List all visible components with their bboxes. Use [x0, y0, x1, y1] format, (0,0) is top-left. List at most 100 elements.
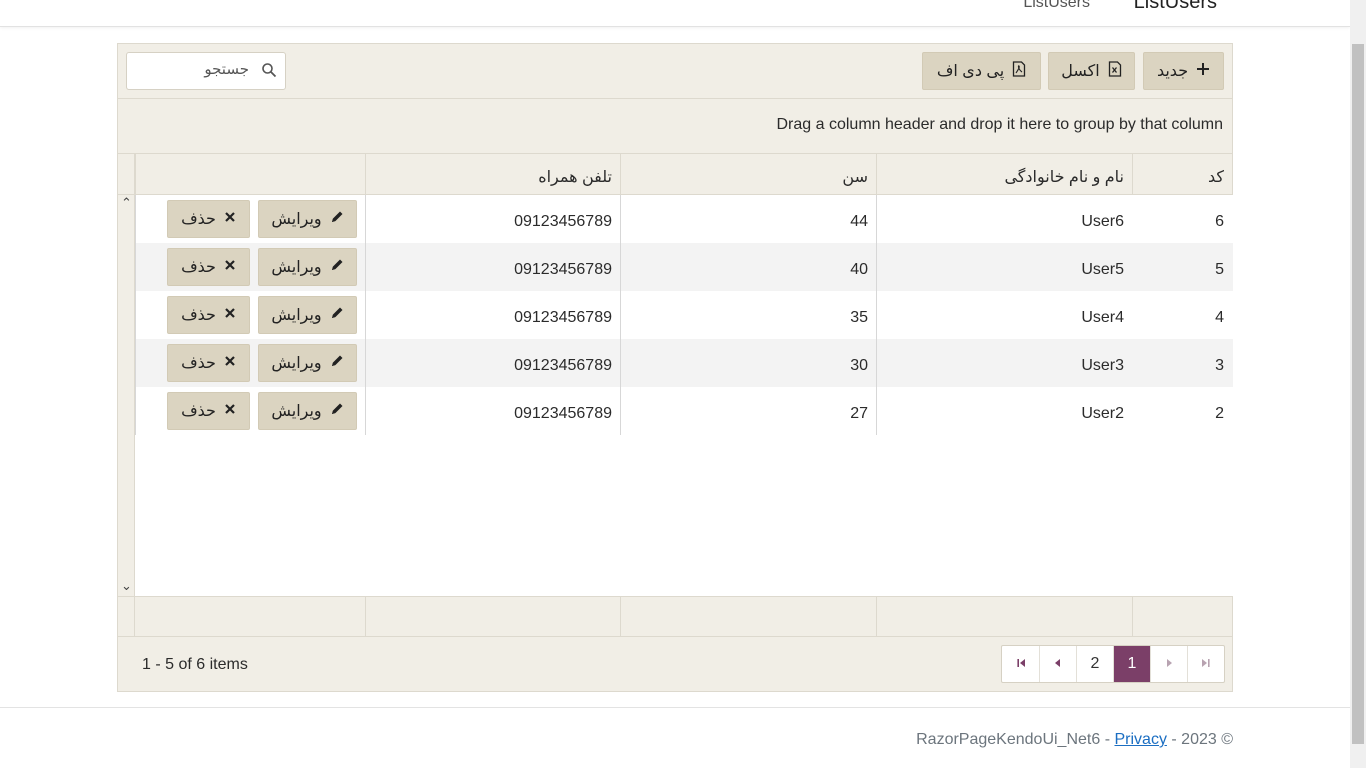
next-page-icon: [1165, 655, 1173, 673]
column-header-age[interactable]: سن: [620, 154, 876, 195]
footer-text: RazorPageKendoUi_Net6 - Privacy © 2023 -: [916, 731, 1233, 749]
nav-link-list-users[interactable]: ListUsers: [1023, 0, 1090, 12]
file-pdf-icon: [1012, 61, 1026, 81]
pencil-icon: [330, 354, 344, 373]
edit-button-label: ویرایش: [271, 211, 322, 228]
cell-id: 6: [1215, 213, 1224, 230]
pencil-icon: [330, 402, 344, 421]
delete-button-label: حذف: [181, 259, 216, 276]
header-scroll-spacer: [118, 154, 135, 195]
edit-button-label: ویرایش: [271, 403, 322, 420]
edit-button-label: ویرایش: [271, 307, 322, 324]
last-page-button[interactable]: [1187, 646, 1224, 682]
footer-separator: -: [1104, 731, 1111, 748]
cell-actions: ویرایش حذف: [135, 339, 365, 387]
edit-button[interactable]: ویرایش: [258, 344, 357, 382]
table-row[interactable]: 2 User2 27 09123456789 ویرایش حذف: [135, 387, 1233, 435]
footer-cell: [620, 597, 876, 637]
edit-button-label: ویرایش: [271, 259, 322, 276]
page-scrollbar-thumb[interactable]: [1352, 44, 1364, 744]
footer-cell: [365, 597, 620, 637]
cell-id: 2: [1215, 405, 1224, 422]
footer-cell: [135, 597, 365, 637]
table-row[interactable]: 3 User3 30 09123456789 ویرایش حذف: [135, 339, 1233, 387]
table-row[interactable]: 6 User6 44 09123456789 ویرایش حذف: [135, 195, 1233, 243]
edit-button[interactable]: ویرایش: [258, 392, 357, 430]
search-box[interactable]: [126, 52, 286, 90]
cell-age: 27: [620, 387, 876, 435]
search-input[interactable]: [157, 61, 249, 78]
close-icon: [224, 402, 236, 420]
column-header-name[interactable]: نام و نام خانوادگی: [876, 154, 1132, 195]
cell-id: 5: [1215, 261, 1224, 278]
pager-info: 1 - 5 of 6 items: [142, 656, 248, 673]
delete-button-label: حذف: [181, 211, 216, 228]
delete-button[interactable]: حذف: [167, 296, 250, 334]
cell-actions: ویرایش حذف: [135, 243, 365, 291]
column-header-actions: [135, 154, 365, 195]
cell-name: User4: [876, 291, 1132, 339]
edit-button[interactable]: ویرایش: [258, 200, 357, 238]
cell-phone: 09123456789: [365, 291, 620, 339]
site-footer: RazorPageKendoUi_Net6 - Privacy © 2023 -: [0, 707, 1350, 768]
column-header-id[interactable]: کد: [1132, 154, 1232, 195]
users-grid: جدید اکسل پی دی اف Drag a column header …: [117, 43, 1233, 692]
cell-actions: ویرایش حذف: [135, 387, 365, 435]
new-button-label: جدید: [1156, 63, 1189, 80]
prev-page-button[interactable]: [1039, 646, 1076, 682]
privacy-link[interactable]: Privacy: [1114, 731, 1166, 748]
footer-copyright: © 2023 -: [1171, 731, 1233, 748]
grid-pager: 1 - 5 of 6 items 1 2: [118, 637, 1232, 692]
delete-button-label: حذف: [181, 355, 216, 372]
new-button[interactable]: جدید: [1143, 52, 1224, 90]
cell-phone: 09123456789: [365, 387, 620, 435]
close-icon: [224, 306, 236, 324]
cell-name: User5: [876, 243, 1132, 291]
delete-button[interactable]: حذف: [167, 392, 250, 430]
file-excel-icon: [1108, 61, 1122, 81]
footer-cell: [876, 597, 1132, 637]
column-header-phone[interactable]: تلفن همراه: [365, 154, 620, 195]
cell-age: 30: [620, 339, 876, 387]
delete-button-label: حذف: [181, 403, 216, 420]
scroll-up-icon[interactable]: ⌃: [120, 195, 133, 211]
delete-button[interactable]: حذف: [167, 344, 250, 382]
first-page-button[interactable]: [1002, 646, 1039, 682]
cell-phone: 09123456789: [365, 339, 620, 387]
group-panel[interactable]: Drag a column header and drop it here to…: [118, 99, 1232, 154]
cell-id: 3: [1215, 357, 1224, 374]
close-icon: [224, 354, 236, 372]
grid-header: کد نام و نام خانوادگی سن تلفن همراه: [118, 154, 1232, 195]
page-scrollbar[interactable]: [1350, 0, 1366, 768]
prev-page-icon: [1054, 655, 1062, 673]
footer-cell: [1132, 597, 1232, 637]
footer-cell: [118, 597, 135, 637]
delete-button[interactable]: حذف: [167, 248, 250, 286]
table-row[interactable]: 4 User4 35 09123456789 ویرایش حذف: [135, 291, 1233, 339]
export-excel-button[interactable]: اکسل: [1048, 52, 1135, 90]
pencil-icon: [330, 210, 344, 229]
first-page-icon: [1016, 655, 1026, 673]
edit-button[interactable]: ویرایش: [258, 296, 357, 334]
grid-vertical-scrollbar[interactable]: ⌃ ⌄: [118, 195, 135, 596]
pencil-icon: [330, 258, 344, 277]
next-page-button[interactable]: [1150, 646, 1187, 682]
edit-button[interactable]: ویرایش: [258, 248, 357, 286]
page-button-2[interactable]: 2: [1076, 646, 1113, 682]
grid-footer: [118, 596, 1232, 637]
export-pdf-button[interactable]: پی دی اف: [922, 52, 1041, 90]
scroll-down-icon[interactable]: ⌄: [120, 578, 133, 594]
delete-button[interactable]: حذف: [167, 200, 250, 238]
cell-id: 4: [1215, 309, 1224, 326]
page-button-1[interactable]: 1: [1113, 646, 1150, 682]
plus-icon: [1196, 62, 1210, 80]
table-row[interactable]: 5 User5 40 09123456789 ویرایش حذف: [135, 243, 1233, 291]
grid-toolbar: جدید اکسل پی دی اف: [118, 44, 1232, 99]
last-page-icon: [1201, 655, 1211, 673]
pencil-icon: [330, 306, 344, 325]
search-icon: [261, 62, 277, 78]
cell-name: User2: [876, 387, 1132, 435]
cell-age: 40: [620, 243, 876, 291]
nav-brand-list-users[interactable]: ListUsers: [1134, 0, 1217, 14]
cell-actions: ویرایش حذف: [135, 291, 365, 339]
